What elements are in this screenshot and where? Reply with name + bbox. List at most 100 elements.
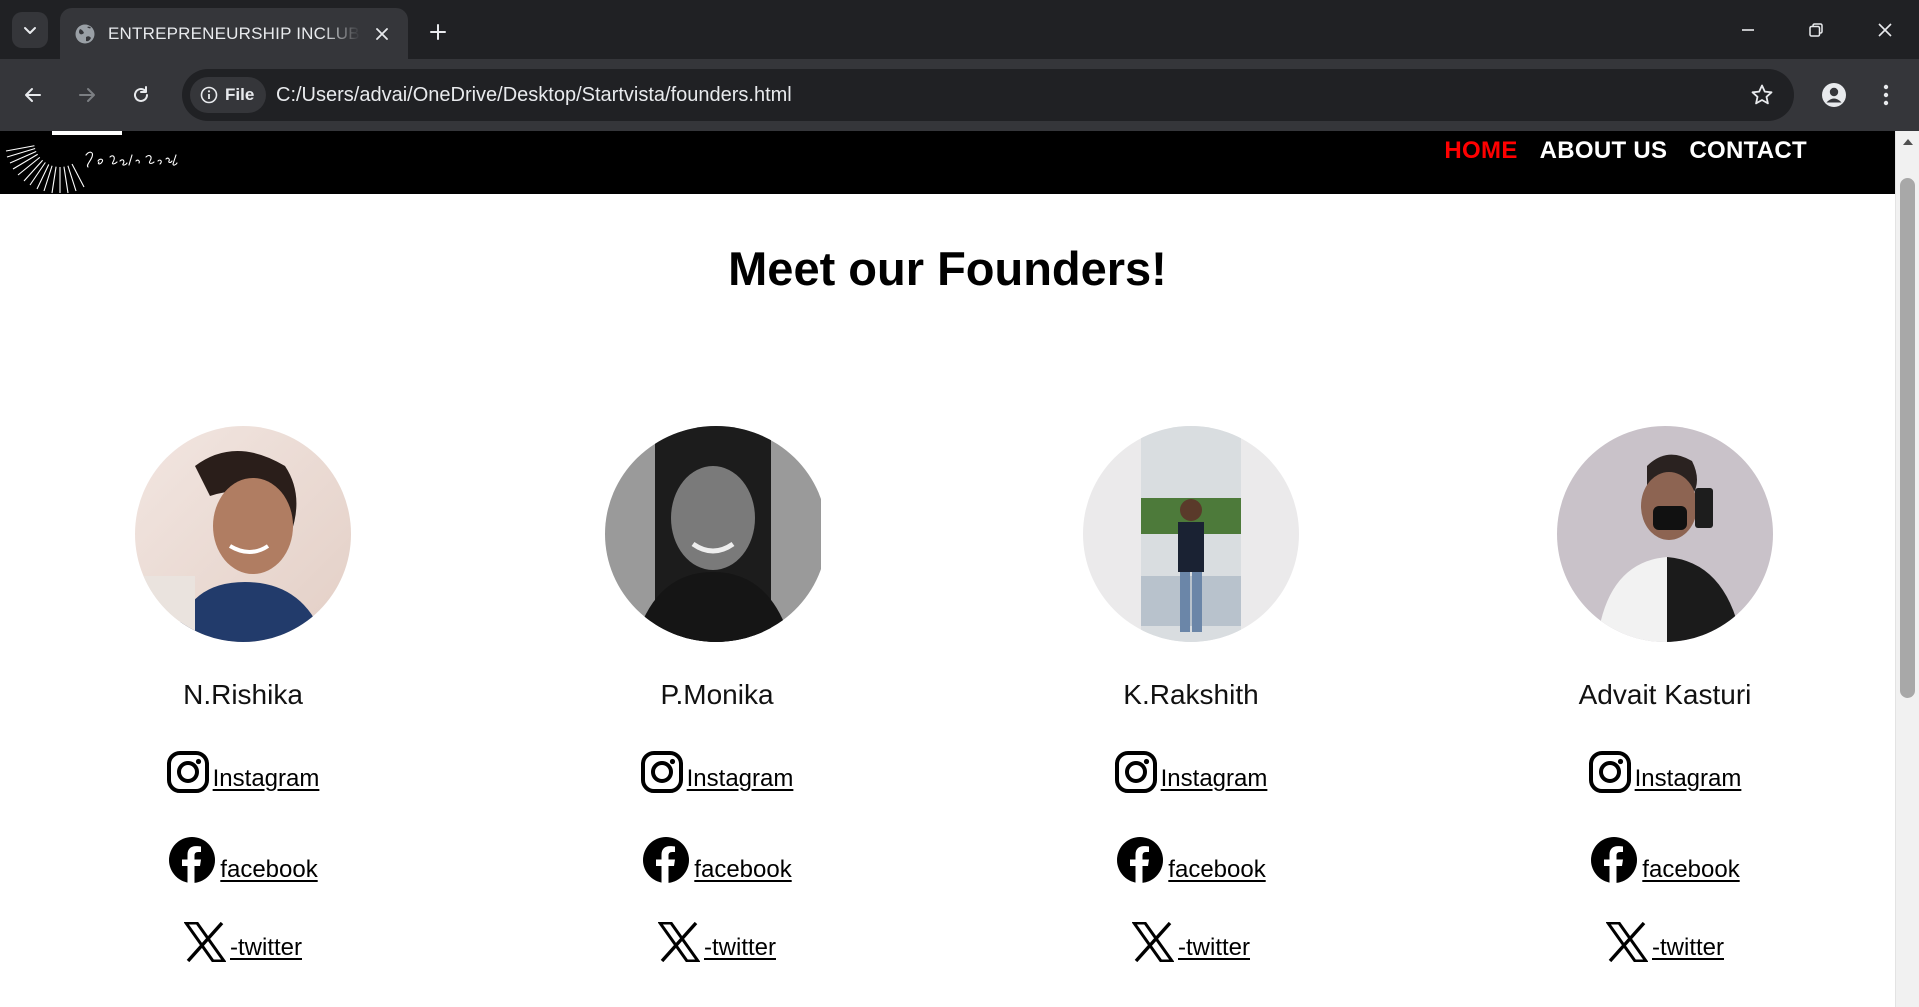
facebook-icon	[1591, 837, 1638, 883]
facebook-label: facebook	[1642, 856, 1740, 883]
close-icon	[376, 27, 388, 40]
founder-name: K.Rakshith	[1123, 679, 1259, 710]
close-icon	[1878, 22, 1892, 37]
facebook-link[interactable]: facebook	[1116, 836, 1266, 884]
founder-card-rakshith: K.Rakshith Instagram facebook -twitter	[1031, 426, 1351, 1006]
founder-name: Advait Kasturi	[1578, 679, 1752, 710]
facebook-icon	[643, 837, 690, 883]
founder-portrait-image	[1083, 426, 1299, 642]
instagram-icon	[1588, 751, 1631, 793]
reload-icon	[134, 86, 148, 102]
instagram-icon	[1114, 751, 1157, 793]
reload-button[interactable]	[121, 75, 161, 115]
profile-button[interactable]	[1814, 75, 1854, 115]
page-viewport: HOME ABOUT US CONTACT Meet our Founders!	[0, 131, 1919, 1007]
nav-home-link[interactable]: HOME	[1444, 137, 1517, 165]
instagram-label: Instagram	[212, 765, 320, 792]
minimize-icon	[1742, 28, 1754, 31]
star-icon	[1751, 84, 1773, 105]
tab-close-button[interactable]	[368, 20, 396, 48]
instagram-label: Instagram	[1160, 765, 1268, 792]
twitter-label: -twitter	[1652, 934, 1724, 961]
instagram-link[interactable]: Instagram	[166, 751, 320, 793]
twitter-row: -twitter	[557, 922, 877, 962]
page-scrollbar[interactable]	[1895, 131, 1919, 1007]
founder-portrait-image	[1557, 426, 1773, 642]
more-vertical-icon	[1883, 84, 1889, 106]
forward-button[interactable]	[67, 75, 107, 115]
founder-photo	[135, 426, 351, 642]
tab-search-button[interactable]	[12, 12, 48, 48]
nav-about-link[interactable]: ABOUT US	[1540, 137, 1668, 165]
facebook-row: facebook	[1505, 836, 1825, 884]
instagram-row: Instagram	[1031, 751, 1351, 793]
twitter-link[interactable]: -twitter	[184, 922, 302, 962]
twitter-link[interactable]: -twitter	[1606, 922, 1724, 962]
founder-portrait-image	[135, 426, 351, 642]
founder-photo	[1083, 426, 1299, 642]
page-title: Meet our Founders!	[728, 242, 1167, 295]
browser-tab-strip: ENTREPRENEURSHIP INCLUBLA	[0, 0, 1919, 59]
facebook-icon	[169, 837, 216, 883]
new-tab-button[interactable]	[420, 14, 456, 50]
x-twitter-icon	[658, 922, 700, 962]
close-window-button[interactable]	[1851, 0, 1919, 59]
twitter-label: -twitter	[704, 934, 776, 961]
twitter-row: -twitter	[1031, 922, 1351, 962]
chevron-down-icon	[24, 27, 36, 34]
instagram-link[interactable]: Instagram	[640, 751, 793, 793]
restore-icon	[1809, 22, 1823, 37]
arrow-left-icon	[25, 88, 41, 102]
facebook-label: facebook	[694, 856, 792, 883]
instagram-label: Instagram	[1634, 765, 1742, 792]
tab-title: ENTREPRENEURSHIP INCLUBLA	[108, 23, 360, 43]
minimize-button[interactable]	[1714, 0, 1782, 59]
twitter-row: -twitter	[1505, 922, 1825, 962]
startvista-logo[interactable]	[0, 131, 230, 194]
browser-menu-button[interactable]	[1866, 75, 1906, 115]
instagram-link[interactable]: Instagram	[1588, 751, 1742, 793]
facebook-row: facebook	[83, 836, 403, 884]
facebook-link[interactable]: facebook	[642, 836, 792, 884]
instagram-row: Instagram	[83, 751, 403, 793]
facebook-row: facebook	[1031, 836, 1351, 884]
x-twitter-icon	[1606, 922, 1648, 962]
twitter-link[interactable]: -twitter	[658, 922, 776, 962]
instagram-icon	[166, 751, 209, 793]
x-twitter-icon	[1132, 922, 1174, 962]
restore-button[interactable]	[1782, 0, 1850, 59]
instagram-icon	[640, 751, 683, 793]
browser-toolbar: File C:/Users/advai/OneDrive/Desktop/Sta…	[0, 59, 1919, 131]
founders-page: HOME ABOUT US CONTACT Meet our Founders!	[0, 131, 1895, 1007]
plus-icon	[430, 24, 446, 40]
site-info-chip[interactable]: File	[190, 77, 267, 113]
bookmark-star-button[interactable]	[1748, 81, 1776, 109]
founder-name: N.Rishika	[183, 679, 303, 710]
facebook-label: facebook	[220, 856, 318, 883]
twitter-link[interactable]: -twitter	[1132, 922, 1250, 962]
back-button[interactable]	[13, 75, 53, 115]
founders-grid: N.Rishika Instagram facebook -twitter P.…	[0, 426, 1895, 1006]
address-bar[interactable]: File C:/Users/advai/OneDrive/Desktop/Sta…	[182, 69, 1794, 121]
founder-name: P.Monika	[660, 679, 774, 710]
founder-card-advait: Advait Kasturi Instagram facebook -twitt…	[1505, 426, 1825, 1006]
info-icon	[200, 86, 218, 104]
scrollbar-thumb[interactable]	[1900, 178, 1915, 698]
site-nav: HOME ABOUT US CONTACT	[1444, 131, 1807, 171]
arrow-right-icon	[79, 88, 95, 102]
account-icon	[1822, 83, 1846, 107]
instagram-link[interactable]: Instagram	[1114, 751, 1268, 793]
facebook-link[interactable]: facebook	[1590, 836, 1740, 884]
browser-tab[interactable]: ENTREPRENEURSHIP INCLUBLA	[60, 8, 408, 59]
twitter-row: -twitter	[83, 922, 403, 962]
founder-card-monika: P.Monika Instagram facebook -twitter	[557, 426, 877, 1006]
twitter-label: -twitter	[1178, 934, 1250, 961]
nav-contact-link[interactable]: CONTACT	[1689, 137, 1807, 165]
instagram-row: Instagram	[1505, 751, 1825, 793]
scroll-up-arrow-icon[interactable]	[1903, 139, 1913, 145]
facebook-link[interactable]: facebook	[168, 836, 318, 884]
facebook-row: facebook	[557, 836, 877, 884]
facebook-label: facebook	[1168, 856, 1266, 883]
url-text[interactable]: C:/Users/advai/OneDrive/Desktop/Startvis…	[276, 69, 792, 121]
twitter-label: -twitter	[230, 934, 302, 961]
